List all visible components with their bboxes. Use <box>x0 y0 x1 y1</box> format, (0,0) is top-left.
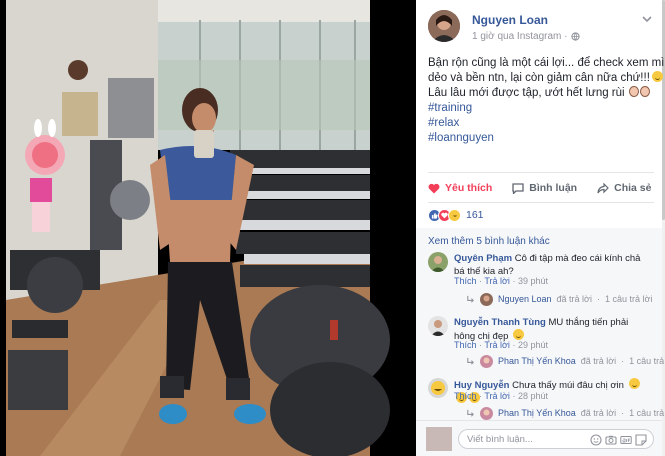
comment-button-label: Bình luận <box>529 182 578 194</box>
love-button-label: Yêu thích <box>445 182 493 194</box>
comment-time[interactable]: 39 phút <box>518 276 548 286</box>
reactions-summary[interactable]: 161 <box>428 208 484 222</box>
hashtag-loannguyen[interactable]: #loannguyen <box>428 131 656 146</box>
comment-like-link[interactable]: Thích <box>454 391 477 401</box>
replier-avatar <box>480 354 493 368</box>
woman-emoji-icon <box>639 86 650 97</box>
hashtag-training[interactable]: #training <box>428 101 656 116</box>
share-button[interactable]: Chia sẻ <box>597 182 651 194</box>
reply-arrow-icon <box>467 357 474 365</box>
post-text-line-2: dẻo và bền ntn, lại còn giảm cân nữa chứ… <box>428 71 663 86</box>
comment-icon <box>512 182 524 194</box>
share-button-label: Chia sẻ <box>614 182 652 194</box>
reply-count: 1 câu trả lời <box>604 294 653 304</box>
reply-arrow-icon <box>467 409 474 417</box>
globe-icon <box>570 32 580 41</box>
post-actions: Yêu thích Bình luận Chia sẻ <box>428 178 654 198</box>
comment-item: Nguyễn Thanh Tùng MU thắng tiến phải hôn… <box>428 316 665 372</box>
comment-time[interactable]: 28 phút <box>518 391 548 401</box>
reply-status: đã trả lời <box>580 356 617 366</box>
replier-avatar <box>480 292 493 306</box>
gif-icon[interactable] <box>620 433 632 445</box>
comment-text: Chưa thấy múi đâu chị ơin <box>512 380 624 391</box>
comment-composer: Viết bình luận... <box>416 420 662 456</box>
comment-item: Huy Nguyễn Chưa thấy múi đâu chị ơin Thí… <box>428 378 665 420</box>
view-more-comments-link[interactable]: Xem thêm 5 bình luận khác <box>428 236 550 247</box>
laughing-emoji-icon <box>651 71 663 82</box>
commenter-avatar[interactable] <box>428 316 448 336</box>
reaction-count[interactable]: 161 <box>466 209 484 221</box>
replier-name: Phan Thị Yến Khoa <box>498 408 576 418</box>
emoji-icon[interactable] <box>590 433 602 446</box>
comment-item: Quyên Phạm Cô đi tập mà đeo cái kính chả… <box>428 252 654 310</box>
comment-actions: Thích · Trả lời · 28 phút <box>454 391 548 401</box>
post-meta: 1 giờ qua Instagram · <box>472 31 580 42</box>
comment-button[interactable]: Bình luận <box>512 182 577 194</box>
smile-emoji-icon <box>513 329 525 340</box>
love-button[interactable]: Yêu thích <box>428 182 492 194</box>
sticker-icon[interactable] <box>635 433 647 446</box>
comment-input-placeholder: Viết bình luận... <box>467 434 533 445</box>
chevron-down-icon[interactable] <box>640 12 654 26</box>
post-detail-panel: Nguyen Loan 1 giờ qua Instagram · Bận rộ… <box>416 0 665 456</box>
post-text-line-3: Lâu lâu mới được tập, ướt hết lưng rùi <box>428 86 656 101</box>
comment-like-link[interactable]: Thích <box>454 276 477 286</box>
hashtag-relax[interactable]: #relax <box>428 116 656 131</box>
replier-name: Nguyen Loan <box>498 294 552 304</box>
replier-avatar <box>480 406 493 420</box>
author-name[interactable]: Nguyen Loan <box>472 13 548 27</box>
comment-input[interactable]: Viết bình luận... <box>458 429 654 449</box>
commenter-name[interactable]: Huy Nguyễn <box>454 380 509 391</box>
reply-summary[interactable]: Nguyen Loan đã trả lời · 1 câu trả lời <box>466 292 652 306</box>
comment-actions: Thích · Trả lời · 29 phút <box>454 340 548 350</box>
woman-emoji-icon <box>628 86 639 97</box>
replier-name: Phan Thị Yến Khoa <box>498 356 576 366</box>
post-header: Nguyen Loan 1 giờ qua Instagram · <box>428 10 654 46</box>
comment-body: Quyên Phạm Cô đi tập mà đeo cái kính chả… <box>454 252 650 278</box>
author-avatar[interactable] <box>428 10 460 42</box>
comment-reply-link[interactable]: Trả lời <box>484 340 510 350</box>
laughing-emoji-icon <box>628 378 640 389</box>
commenter-name[interactable]: Nguyễn Thanh Tùng <box>454 317 546 328</box>
reply-status: đã trả lời <box>580 408 617 418</box>
divider <box>428 172 654 173</box>
reply-status: đã trả lời <box>556 294 592 304</box>
post-meta-text[interactable]: 1 giờ qua Instagram · <box>472 31 568 42</box>
commenter-avatar[interactable] <box>428 378 448 398</box>
reply-arrow-icon <box>467 295 474 303</box>
comment-time[interactable]: 29 phút <box>518 340 548 350</box>
comment-body: Nguyễn Thanh Tùng MU thắng tiến phải hôn… <box>454 316 650 343</box>
share-icon <box>597 182 609 193</box>
my-avatar <box>426 427 452 451</box>
reply-count: 1 câu trả lời <box>629 356 665 366</box>
divider <box>428 202 654 203</box>
post-photo[interactable] <box>0 0 416 456</box>
composer-tools <box>590 433 647 446</box>
comment-actions: Thích · Trả lời · 39 phút <box>454 276 548 286</box>
reply-count: 1 câu trả lời <box>629 408 665 418</box>
heart-icon <box>428 183 440 193</box>
comment-reply-link[interactable]: Trả lời <box>484 276 510 286</box>
post-text-line-1: Bận rộn cũng là một cái lợi... để check … <box>428 57 665 69</box>
comment-like-link[interactable]: Thích <box>454 340 477 350</box>
commenter-avatar[interactable] <box>428 252 448 272</box>
haha-reaction-icon <box>448 208 461 222</box>
commenter-name[interactable]: Quyên Phạm <box>454 253 512 264</box>
reply-summary[interactable]: Phan Thị Yến Khoa đã trả lời · 1 câu trả… <box>466 354 665 368</box>
gym-selfie-image <box>0 0 416 456</box>
reply-summary[interactable]: Phan Thị Yến Khoa đã trả lời · 1 câu trả… <box>466 406 665 420</box>
post-text: Bận rộn cũng là một cái lợi... để check … <box>428 56 665 146</box>
camera-icon[interactable] <box>605 433 617 445</box>
comment-reply-link[interactable]: Trả lời <box>484 391 510 401</box>
